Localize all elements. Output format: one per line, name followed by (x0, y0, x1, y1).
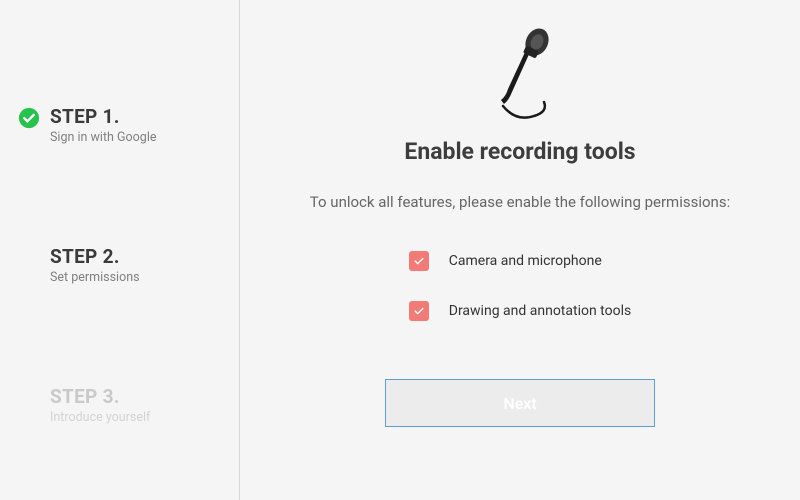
step-2: STEP 2. Set permissions (18, 245, 221, 285)
page-title: Enable recording tools (404, 138, 635, 165)
permission-item: Camera and microphone (409, 251, 631, 271)
checkbox-checked-icon[interactable] (409, 251, 429, 271)
permission-item: Drawing and annotation tools (409, 301, 631, 321)
permission-label: Drawing and annotation tools (449, 303, 631, 319)
onboarding-main: Enable recording tools To unlock all fea… (240, 0, 800, 500)
step-title: STEP 1. (50, 105, 157, 128)
step-3: STEP 3. Introduce yourself (18, 385, 221, 425)
microphone-icon (478, 28, 562, 128)
permission-label: Camera and microphone (449, 253, 602, 269)
lead-text: To unlock all features, please enable th… (310, 193, 730, 211)
next-button[interactable]: Next (385, 379, 655, 427)
onboarding-sidebar: STEP 1. Sign in with Google STEP 2. Set … (0, 0, 240, 500)
checkbox-checked-icon[interactable] (409, 301, 429, 321)
step-1: STEP 1. Sign in with Google (18, 105, 221, 145)
step-title: STEP 2. (50, 245, 140, 268)
step-title: STEP 3. (50, 385, 150, 408)
step-subtitle: Introduce yourself (50, 410, 150, 425)
permissions-list: Camera and microphone Drawing and annota… (409, 251, 631, 321)
check-circle-icon (18, 107, 40, 129)
step-subtitle: Set permissions (50, 270, 140, 285)
step-subtitle: Sign in with Google (50, 130, 157, 145)
